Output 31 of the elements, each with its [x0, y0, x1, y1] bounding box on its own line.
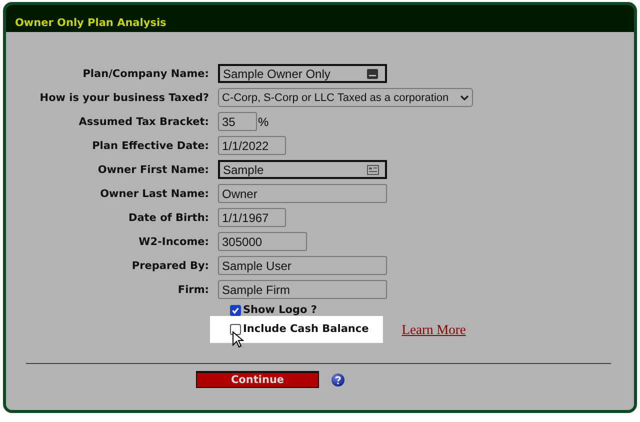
- checkbox[interactable]: Show Logo ?: [230, 304, 317, 316]
- autofill-icon[interactable]: [367, 68, 379, 78]
- field-label: Date of Birth:: [127, 212, 209, 224]
- field-label: Prepared By:: [130, 260, 209, 272]
- input-field[interactable]: Sample Owner Only: [218, 64, 387, 83]
- input-field[interactable]: Owner: [218, 184, 387, 203]
- panel-title: Owner Only Plan Analysis: [15, 17, 166, 29]
- field-label: W2-Income:: [138, 236, 209, 248]
- input-field[interactable]: 1/1/1967: [218, 208, 286, 227]
- help-icon[interactable]: [331, 372, 345, 386]
- field-label: Owner Last Name:: [99, 188, 209, 200]
- continue-button[interactable]: Continue: [196, 371, 319, 388]
- chevron-down-icon[interactable]: [460, 94, 469, 100]
- input-field[interactable]: Sample Firm: [218, 280, 387, 299]
- learn-more-link[interactable]: Learn More: [402, 322, 466, 338]
- field-label: Firm:: [176, 284, 209, 296]
- input-field[interactable]: Sample: [218, 160, 387, 179]
- field-label: Plan Effective Date:: [91, 140, 209, 152]
- business-tax-dropdown[interactable]: C-Corp, S-Corp or LLC Taxed as a corporation: [218, 88, 473, 107]
- field-label: Plan/Company Name:: [82, 68, 209, 80]
- contact-card-icon[interactable]: [367, 164, 379, 174]
- input-field[interactable]: 35: [218, 112, 257, 131]
- input-field[interactable]: Sample User: [218, 256, 387, 275]
- percent-sign: %: [258, 114, 269, 128]
- mouse-pointer-icon[interactable]: [232, 331, 244, 348]
- input-field[interactable]: 305000: [218, 232, 307, 251]
- field-label: Assumed Tax Bracket:: [78, 116, 209, 128]
- field-label: Owner First Name:: [96, 164, 209, 176]
- field-label: How is your business Taxed?: [38, 92, 209, 104]
- checkmark-icon: [231, 306, 240, 314]
- input-field[interactable]: 1/1/2022: [218, 136, 286, 155]
